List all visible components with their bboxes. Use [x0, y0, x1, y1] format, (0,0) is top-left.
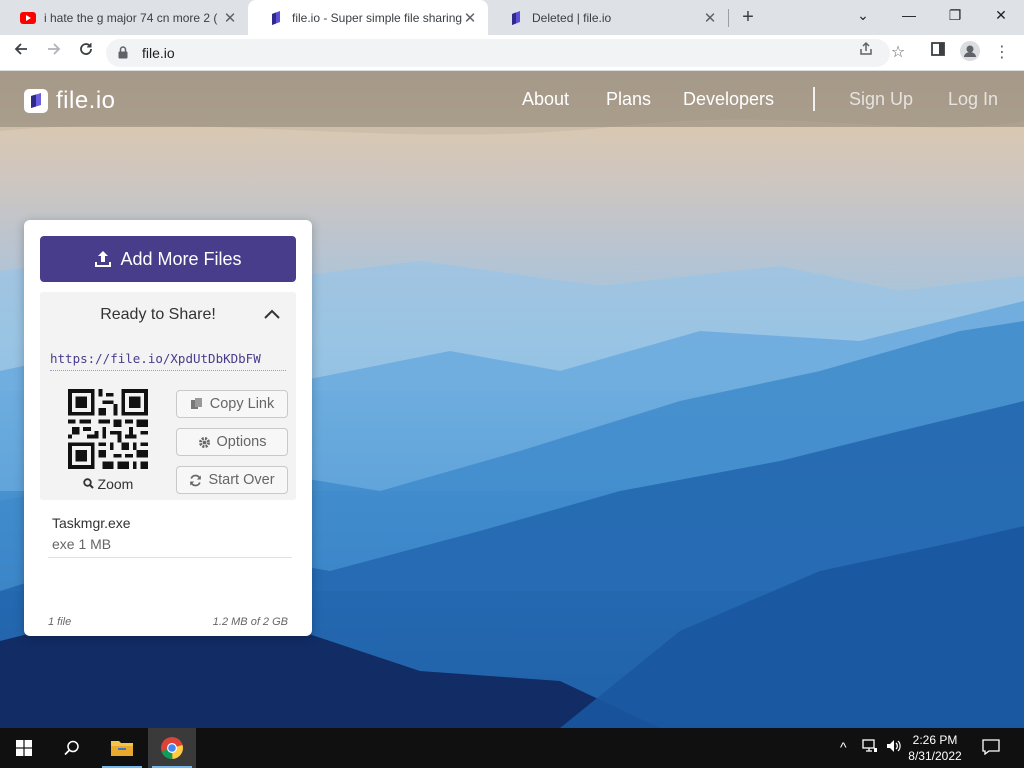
file-meta: exe 1 MB	[52, 536, 112, 552]
zoom-button[interactable]: Zoom	[66, 476, 150, 492]
lock-icon	[118, 46, 128, 64]
start-button[interactable]	[0, 728, 48, 768]
system-clock[interactable]: 2:26 PM 8/31/2022	[904, 732, 966, 764]
forward-button[interactable]	[42, 41, 66, 65]
copy-link-label: Copy Link	[209, 396, 275, 412]
close-icon[interactable]: ✕	[462, 9, 478, 27]
nav-log-in[interactable]: Log In	[948, 89, 998, 110]
tab-separator	[728, 9, 729, 27]
fileio-logo-icon	[24, 89, 48, 113]
share-status: Ready to Share!	[100, 306, 216, 323]
tab-deleted[interactable]: Deleted | file.io ✕	[488, 0, 728, 35]
close-window-button[interactable]: ✕	[978, 0, 1024, 30]
restore-button[interactable]: ❐	[932, 0, 978, 30]
windows-logo-icon	[16, 740, 32, 756]
chevron-up-icon[interactable]: ^	[840, 739, 847, 755]
windows-taskbar: ^ 2:26 PM 8/31/2022	[0, 728, 1024, 768]
tab-title: Deleted | file.io	[532, 10, 612, 25]
back-button[interactable]	[9, 41, 33, 65]
volume-icon[interactable]	[886, 739, 902, 756]
file-name: Taskmgr.exe	[52, 515, 131, 531]
nav-developers[interactable]: Developers	[683, 89, 774, 110]
nav-sign-up[interactable]: Sign Up	[849, 89, 913, 110]
url-text: file.io	[142, 45, 175, 61]
copy-icon	[190, 398, 202, 409]
upload-card: Add More Files Ready to Share! https://f…	[24, 220, 312, 636]
chevron-down-icon[interactable]: ⌄	[840, 0, 886, 30]
tab-title: file.io - Super simple file sharing	[292, 10, 462, 25]
close-icon[interactable]: ✕	[222, 9, 238, 27]
upload-icon	[95, 251, 112, 267]
nav-about[interactable]: About	[522, 89, 569, 110]
page-content: file.io About Plans Developers Sign Up L…	[0, 71, 1024, 728]
folder-icon	[111, 741, 133, 756]
brand-logo[interactable]: file.io	[24, 87, 116, 115]
bookmark-star-icon[interactable]: ☆	[886, 41, 910, 65]
storage-usage: 1.2 MB of 2 GB	[212, 616, 288, 628]
options-button[interactable]: Options	[176, 428, 288, 456]
browser-toolbar: file.io ☆ ⋮	[0, 35, 1024, 71]
file-count: 1 file	[48, 616, 72, 628]
nav-plans[interactable]: Plans	[606, 89, 651, 110]
chevron-up-icon[interactable]	[262, 306, 282, 322]
close-icon[interactable]: ✕	[702, 9, 718, 27]
profile-avatar[interactable]	[958, 41, 982, 65]
add-more-files-button[interactable]: Add More Files	[40, 236, 296, 282]
copy-link-button[interactable]: Copy Link	[176, 390, 288, 418]
tab-strip: i hate the g major 74 cn more 2 ( ✕ file…	[0, 0, 1024, 35]
file-divider	[48, 557, 292, 558]
youtube-icon	[20, 11, 36, 25]
start-over-button[interactable]: Start Over	[176, 466, 288, 494]
fileio-icon	[268, 10, 284, 25]
fileio-icon	[508, 10, 524, 25]
chrome-icon	[161, 737, 183, 760]
search-button[interactable]	[48, 728, 96, 768]
menu-icon[interactable]: ⋮	[990, 41, 1014, 65]
clock-date: 8/31/2022	[908, 749, 962, 763]
tab-fileio[interactable]: file.io - Super simple file sharing ✕	[248, 0, 488, 35]
tab-title: i hate the g major 74 cn more 2 (	[44, 10, 218, 25]
nav-divider	[813, 87, 815, 111]
brand-name: file.io	[56, 87, 116, 114]
share-icon[interactable]	[854, 41, 878, 65]
share-panel: Ready to Share! https://file.io/XpdUtDbK…	[40, 292, 296, 500]
tab-youtube[interactable]: i hate the g major 74 cn more 2 ( ✕	[0, 0, 248, 35]
start-over-label: Start Over	[208, 472, 275, 488]
address-bar[interactable]: file.io	[106, 39, 890, 67]
share-link[interactable]: https://file.io/XpdUtDbKDbFW	[50, 351, 286, 371]
qr-code	[68, 389, 148, 469]
network-icon[interactable]	[862, 739, 878, 756]
side-panel-icon[interactable]	[926, 41, 950, 65]
search-icon	[64, 740, 79, 756]
refresh-icon	[190, 474, 202, 486]
site-navbar: file.io About Plans Developers Sign Up L…	[0, 71, 1024, 127]
file-explorer-button[interactable]	[98, 728, 146, 768]
gear-icon	[198, 436, 210, 448]
new-tab-button[interactable]: +	[737, 5, 759, 29]
reload-button[interactable]	[74, 41, 98, 65]
add-more-files-label: Add More Files	[120, 248, 242, 269]
minimize-button[interactable]: —	[886, 0, 932, 30]
chrome-taskbar-button[interactable]	[148, 728, 196, 768]
search-icon	[82, 478, 94, 489]
notification-icon[interactable]	[982, 739, 1000, 758]
options-label: Options	[216, 434, 267, 450]
zoom-label: Zoom	[97, 476, 134, 492]
clock-time: 2:26 PM	[912, 733, 958, 747]
